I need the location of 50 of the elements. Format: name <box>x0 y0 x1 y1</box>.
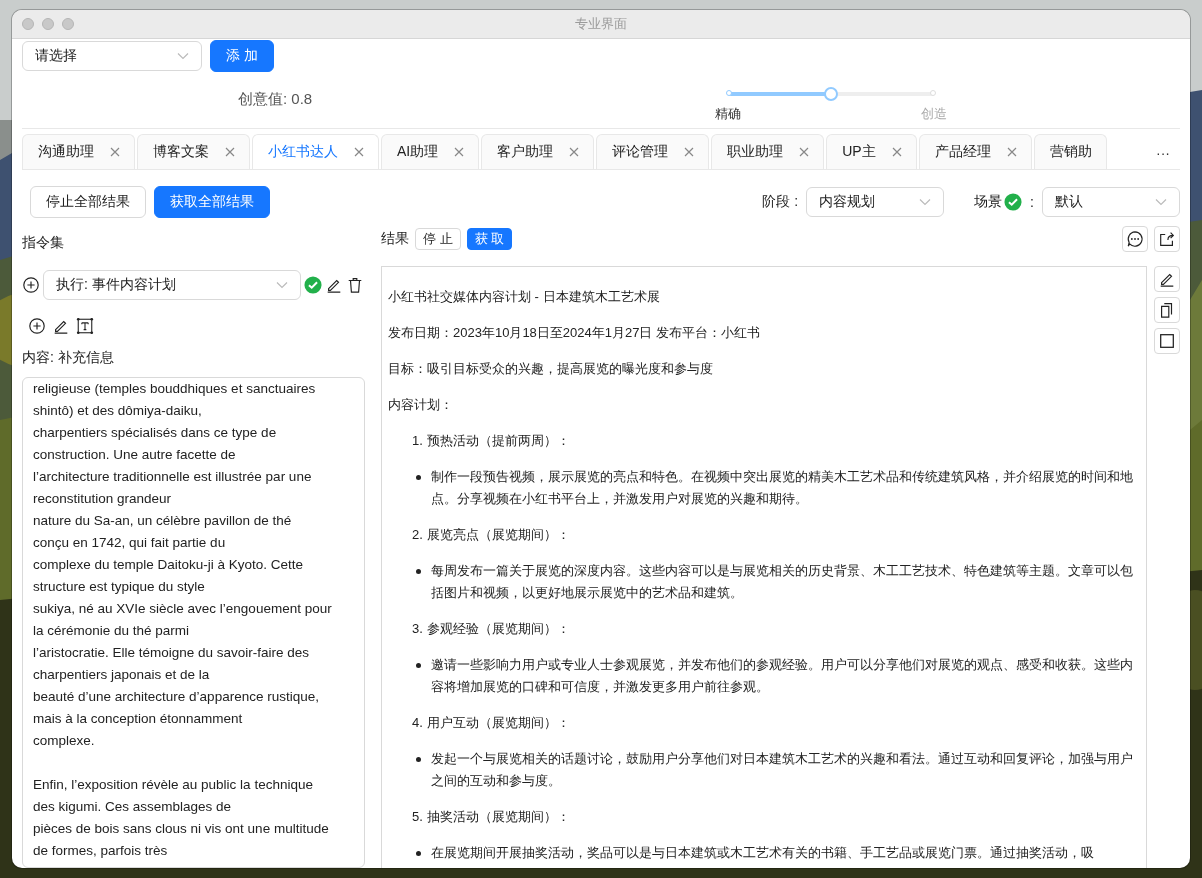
content-text-area[interactable]: religieuse (temples bouddhiques et sanctuaires shintô) et des dômiya-daiku, charpentiers spécialisés dans ce type de construction. Une autre facette de l’architecture traditionnelle est illustrée par une reconstitution grandeur nature du Sa-an, un célèbre pavillon de thé conçu en 1742, qui fait partie du complexe du temple Daitoku-ji à Kyoto. Cette structure est typique du style sukiya, né au XVIe siècle avec l’engouement pour la cérémonie du thé parmi l’aristocratie. Elle témoigne du savoir-faire des charpentiers japonais et de la beauté d’une architecture d’apparence rustique, mais à la conception étonnamment complexe. Enfin, l’exposition révèle au public la technique des kigumi. Ces assemblages de pièces de bois sans clous ni vis ont une multitude de formes, parfois très <box>22 377 365 868</box>
stage-dropdown[interactable]: 内容规划 <box>806 187 945 217</box>
list-number: 3. <box>412 620 423 638</box>
scene-colon: : <box>1030 194 1034 210</box>
fetch-button[interactable]: 获 取 <box>466 228 513 250</box>
tab[interactable]: 沟通助理 <box>22 134 135 169</box>
stop-all-button[interactable]: 停止全部结果 <box>30 186 146 218</box>
result-paragraph: 内容计划： <box>388 396 454 414</box>
list-heading: 用户互动（展览期间）： <box>426 714 570 732</box>
list-item-text: 邀请一些影响力用户或专业人士参观展览，并发布他们的参观经验。用户可以分享他们对展览的观点、感受和收获。这些内容将增加展览的口碑和可信度，并激发更多用户前往参观。 <box>431 656 1134 696</box>
tab[interactable]: AI助理 <box>381 134 480 169</box>
slider-max-label: 创造 <box>921 105 948 123</box>
fetch-all-button[interactable]: 获取全部结果 <box>154 186 270 218</box>
result-paragraph: 发布日期：2023年10月18日至2024年1月27日 发布平台：小红书 <box>388 324 762 342</box>
list-number: 4. <box>412 714 423 732</box>
stop-button[interactable]: 停 止 <box>415 228 461 250</box>
section-title: 指令集 <box>22 234 64 252</box>
tab[interactable]: 职业助理 <box>711 134 825 169</box>
more-tabs-button[interactable]: ··· <box>1146 145 1180 169</box>
add-button[interactable]: 添 加 <box>210 40 274 72</box>
list-number: 2. <box>412 526 423 544</box>
result-label: 结果 <box>381 230 409 248</box>
content-label: 内容: 补充信息 <box>22 349 114 367</box>
result-paragraph: 目标：吸引目标受众的兴趣，提高展览的曝光度和参与度 <box>388 360 714 378</box>
command-dropdown[interactable]: 执行: 事件内容计划 <box>43 270 301 300</box>
scene-dropdown[interactable]: 默认 <box>1042 187 1180 217</box>
tab[interactable]: UP主 <box>826 134 917 169</box>
tab[interactable]: 客户助理 <box>481 134 595 169</box>
tab[interactable]: 评论管理 <box>596 134 710 169</box>
list-number: 5. <box>412 808 423 826</box>
list-heading: 预热活动（提前两周）： <box>426 432 570 450</box>
list-item-text: 在展览期间开展抽奖活动，奖品可以是与日本建筑或木工艺术有关的书籍、手工艺品或展览门票。通过抽奖活动，吸 <box>431 844 1094 862</box>
tab[interactable]: 产品经理 <box>918 134 1032 169</box>
window-title: 专业界面 <box>575 15 627 33</box>
list-item-text: 制作一段预告视频，展示展览的亮点和特色。在视频中突出展览的精美木工艺术品和传统建筑风格，并介绍展览的时间和地点。分享视频在小红书平台上，并激发用户对展览的兴趣和期待。 <box>431 468 1134 508</box>
creativity-label: 创意值: 0.8 <box>238 90 313 109</box>
select-dropdown[interactable]: 请选择 <box>22 41 202 71</box>
list-heading: 参观经验（展览期间）： <box>426 620 570 638</box>
list-number: 1. <box>412 432 423 450</box>
list-item-text: 每周发布一篇关于展览的深度内容。这些内容可以是与展览相关的历史背景、木工工艺技术、特色建筑等主题。文章可以包括图片和视频，以更好地展示展览中的艺术品和建筑。 <box>431 562 1134 602</box>
scene-label: 场景 <box>974 193 1003 211</box>
stage-label: 阶段 : <box>762 193 799 211</box>
list-heading: 抽奖活动（展览期间）： <box>426 808 570 826</box>
result-paragraph: 小红书社交媒体内容计划 - 日本建筑木工艺术展 <box>388 288 661 306</box>
list-item-text: 发起一个与展览相关的话题讨论，鼓励用户分享他们对日本建筑木工艺术的兴趣和看法。通过互动和回复评论，加强与用户之间的互动和参与度。 <box>431 750 1134 790</box>
tab[interactable]: 博客文案 <box>137 134 250 169</box>
list-heading: 展览亮点（展览期间）： <box>426 526 570 544</box>
slider-min-label: 精确 <box>715 105 742 123</box>
tab[interactable]: 营销助 <box>1033 134 1107 169</box>
tab[interactable]: 小红书达人 <box>252 134 379 169</box>
